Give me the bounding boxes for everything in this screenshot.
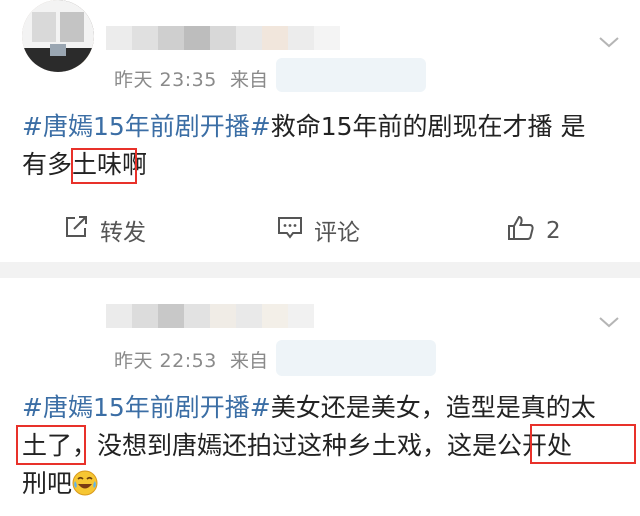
post-timestamp: 昨天 22:53 xyxy=(114,350,217,372)
thumbs-up-icon xyxy=(506,213,546,249)
post-separator xyxy=(0,262,640,278)
body-text-segment: 有多 xyxy=(22,150,73,179)
comment-button[interactable]: 评论 xyxy=(276,213,360,247)
like-button[interactable]: 2 xyxy=(506,213,561,249)
avatar[interactable] xyxy=(22,0,94,72)
highlight-box xyxy=(71,148,137,184)
comment-label: 评论 xyxy=(314,220,360,246)
username[interactable] xyxy=(106,26,340,50)
post-source-app[interactable] xyxy=(276,58,426,92)
chevron-down-icon[interactable] xyxy=(597,30,621,54)
hashtag-link[interactable]: #唐嫣15年前剧开播# xyxy=(22,112,271,141)
hashtag-link[interactable]: #唐嫣15年前剧开播# xyxy=(22,393,271,422)
post-source-prefix: 来自 xyxy=(230,69,269,91)
body-text-segment: 没想到唐嫣还拍过这种乡土戏，这是 xyxy=(97,431,498,460)
chevron-down-icon[interactable] xyxy=(597,310,621,334)
like-count: 2 xyxy=(546,218,561,244)
body-text-segment: 美女还是美女，造型是真的太 xyxy=(270,393,596,422)
highlight-box xyxy=(530,424,636,464)
post-timestamp: 昨天 23:35 xyxy=(114,69,217,91)
laugh-cry-emoji-icon xyxy=(72,469,98,496)
post-source-app[interactable] xyxy=(276,340,436,376)
post-source-prefix: 来自 xyxy=(230,350,269,372)
highlight-box xyxy=(16,425,86,465)
repost-label: 转发 xyxy=(100,220,146,246)
username[interactable] xyxy=(106,304,314,328)
body-text-segment: 刑吧 xyxy=(22,469,73,498)
share-icon xyxy=(62,213,100,247)
body-text-segment: 救命15年前的剧现在才播 是 xyxy=(270,112,586,141)
repost-button[interactable]: 转发 xyxy=(62,213,146,247)
comment-icon xyxy=(276,213,314,247)
